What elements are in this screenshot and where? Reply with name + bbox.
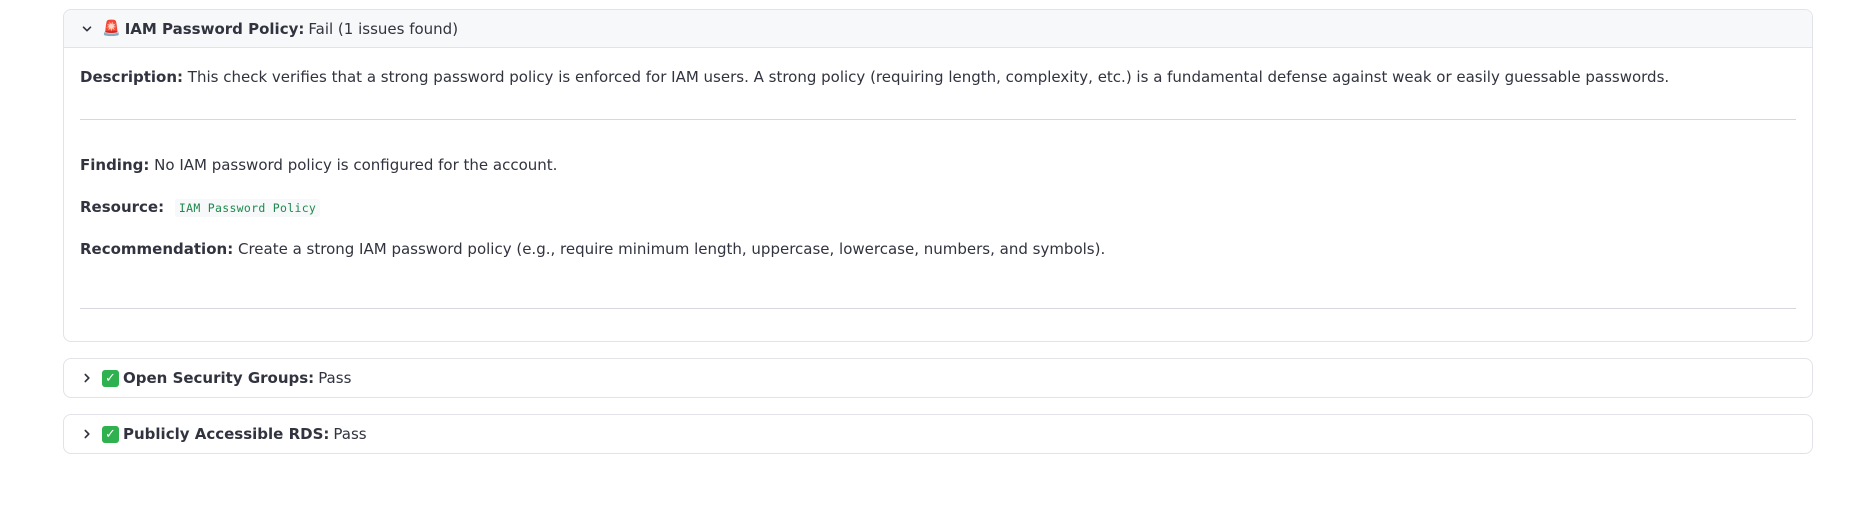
description-text: This check verifies that a strong passwo… xyxy=(187,68,1670,86)
check-expander-open-security-groups: ✓ Open Security Groups: Pass xyxy=(63,358,1813,398)
security-checks-list: 🚨 IAM Password Policy: Fail (1 issues fo… xyxy=(63,9,1813,454)
check-status: Pass xyxy=(333,425,367,443)
expander-body-iam-password-policy: Description: This check verifies that a … xyxy=(64,48,1812,341)
chevron-down-icon xyxy=(80,22,94,36)
divider xyxy=(80,119,1796,120)
chevron-right-icon xyxy=(80,427,94,441)
check-title: Open Security Groups: xyxy=(123,369,315,387)
expander-header-open-security-groups[interactable]: ✓ Open Security Groups: Pass xyxy=(64,359,1812,397)
check-expander-publicly-accessible-rds: ✓ Publicly Accessible RDS: Pass xyxy=(63,414,1813,454)
check-title: IAM Password Policy: xyxy=(124,19,305,38)
resource: Resource: IAM Password Policy xyxy=(80,196,1796,219)
chevron-right-icon xyxy=(80,371,94,385)
description-label: Description: xyxy=(80,68,184,86)
check-mark-icon: ✓ xyxy=(102,425,119,443)
check-status: Pass xyxy=(318,369,352,387)
expander-header-iam-password-policy[interactable]: 🚨 IAM Password Policy: Fail (1 issues fo… xyxy=(64,10,1812,48)
recommendation: Recommendation: Create a strong IAM pass… xyxy=(80,238,1796,260)
expander-header-publicly-accessible-rds[interactable]: ✓ Publicly Accessible RDS: Pass xyxy=(64,415,1812,453)
finding-label: Finding: xyxy=(80,156,150,174)
finding: Finding: No IAM password policy is confi… xyxy=(80,154,1796,176)
resource-label: Resource: xyxy=(80,198,165,216)
check-expander-iam-password-policy: 🚨 IAM Password Policy: Fail (1 issues fo… xyxy=(63,9,1813,342)
finding-text: No IAM password policy is configured for… xyxy=(154,156,558,174)
description: Description: This check verifies that a … xyxy=(80,66,1796,88)
recommendation-text: Create a strong IAM password policy (e.g… xyxy=(237,240,1106,258)
resource-code: IAM Password Policy xyxy=(174,199,321,217)
alert-siren-icon: 🚨 xyxy=(102,19,121,37)
check-status: Fail (1 issues found) xyxy=(308,19,459,38)
check-mark-icon: ✓ xyxy=(102,369,119,387)
recommendation-label: Recommendation: xyxy=(80,240,234,258)
check-title: Publicly Accessible RDS: xyxy=(123,425,330,443)
